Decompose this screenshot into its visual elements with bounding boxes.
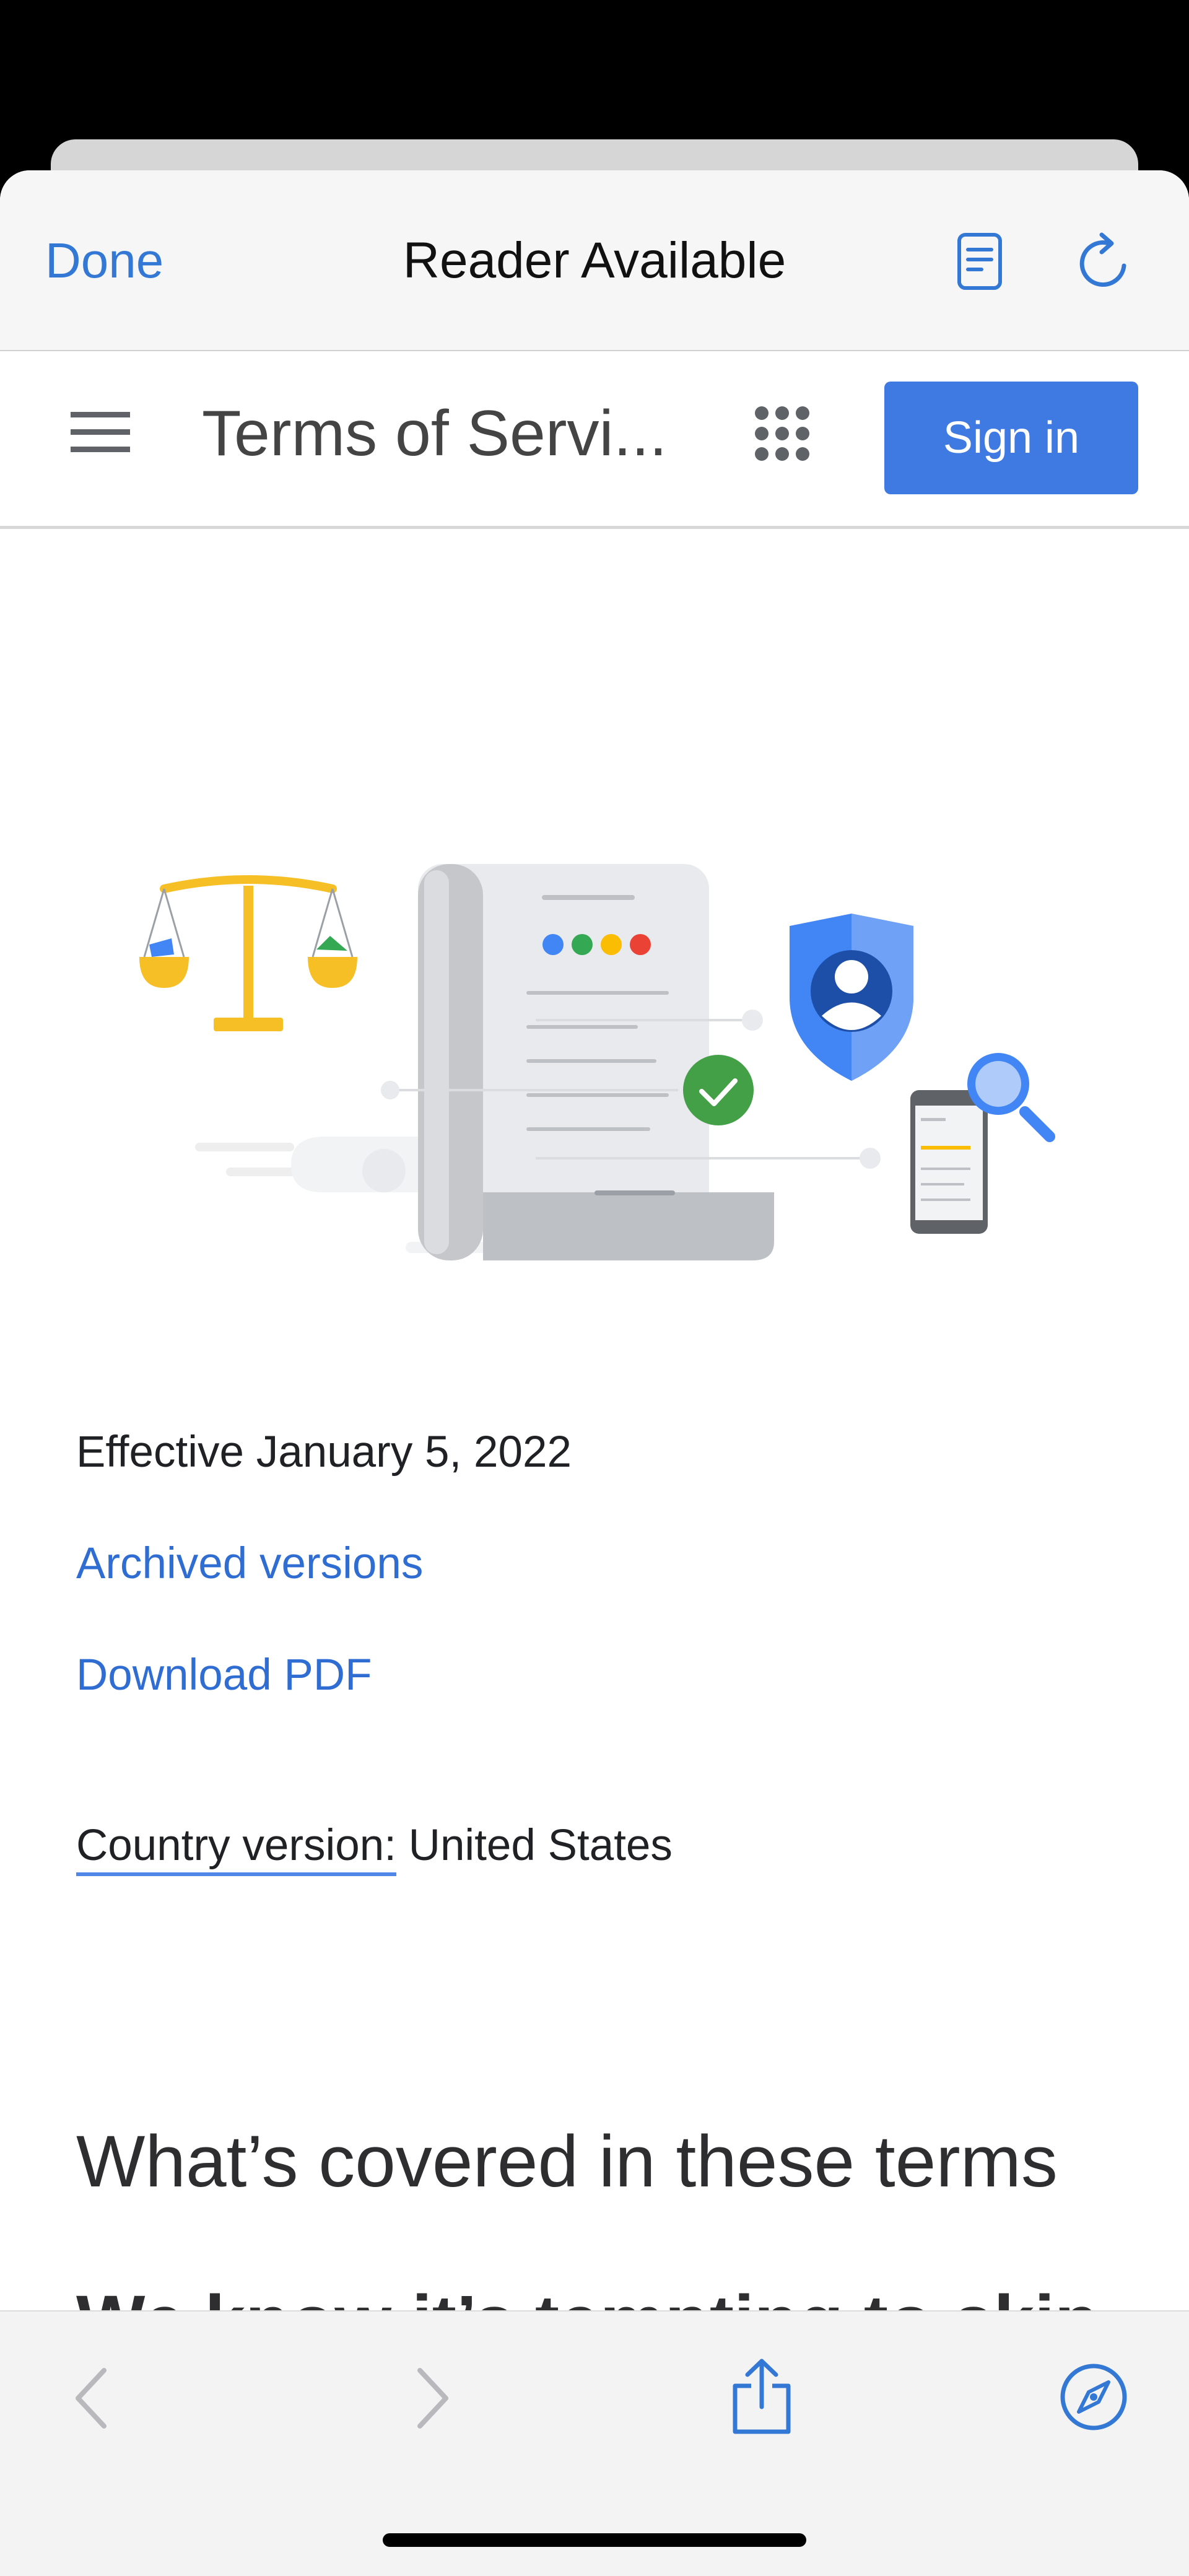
security-shield-icon bbox=[790, 914, 913, 1081]
share-icon[interactable] bbox=[728, 2356, 796, 2437]
hamburger-menu-icon[interactable] bbox=[71, 409, 130, 454]
forward-chevron-icon[interactable] bbox=[414, 2364, 451, 2432]
page-title: Terms of Servi... bbox=[202, 398, 668, 469]
check-badge-icon bbox=[683, 1055, 754, 1125]
country-version-selector[interactable]: Country version: bbox=[76, 1821, 396, 1876]
country-value: United States bbox=[396, 1821, 673, 1870]
archived-versions-link[interactable]: Archived versions bbox=[76, 1533, 423, 1595]
safari-view-sheet: Done Reader Available Terms of Servi... bbox=[0, 170, 1189, 2575]
home-indicator bbox=[383, 2533, 806, 2547]
country-version: Country version: United States bbox=[76, 1815, 673, 1877]
site-header: Terms of Servi... Sign in bbox=[0, 351, 1189, 529]
sign-in-button[interactable]: Sign in bbox=[884, 382, 1138, 494]
phone-search-icon bbox=[910, 1053, 1055, 1234]
compass-safari-icon[interactable] bbox=[1059, 2362, 1128, 2432]
safari-view-top-bar: Done Reader Available bbox=[0, 170, 1189, 351]
back-chevron-icon[interactable] bbox=[73, 2364, 110, 2432]
terms-of-service-illustration bbox=[139, 864, 1055, 1260]
reader-available-title: Reader Available bbox=[403, 232, 786, 289]
effective-date: Effective January 5, 2022 bbox=[76, 1428, 572, 1477]
google-apps-grid-icon[interactable] bbox=[754, 406, 810, 461]
reader-mode-icon[interactable] bbox=[957, 232, 1003, 290]
reload-icon[interactable] bbox=[1074, 231, 1134, 292]
scales-of-justice-icon bbox=[139, 875, 357, 1031]
section-heading-covered: What’s covered in these terms bbox=[76, 2121, 1058, 2203]
download-pdf-link[interactable]: Download PDF bbox=[76, 1644, 372, 1706]
